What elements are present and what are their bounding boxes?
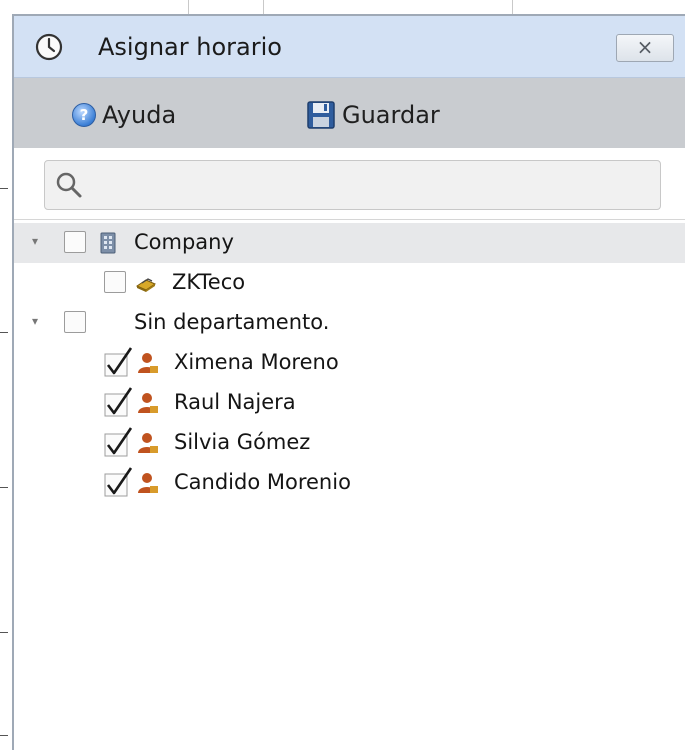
user-icon xyxy=(136,471,160,495)
tree-node-label: Sin departamento. xyxy=(134,310,330,334)
save-button[interactable]: Guardar xyxy=(306,98,440,132)
background-column-divider xyxy=(188,0,189,14)
background-tick xyxy=(0,487,8,488)
dialog-title: Asignar horario xyxy=(98,33,282,61)
search-input[interactable] xyxy=(89,169,653,203)
help-button-label: Ayuda xyxy=(102,101,177,129)
tree-node-label: Candido Morenio xyxy=(174,470,351,494)
background-column-divider xyxy=(512,0,513,14)
floppy-disk-icon xyxy=(306,100,336,130)
tree-node-company[interactable]: ▾ Company xyxy=(14,223,685,263)
tree-node-checkbox[interactable] xyxy=(64,311,86,333)
tree-node-label: ZKTeco xyxy=(172,270,246,294)
user-icon xyxy=(136,351,160,375)
background-tick xyxy=(0,735,8,736)
background-tick xyxy=(0,188,8,189)
user-icon xyxy=(136,391,160,415)
search-icon xyxy=(55,171,83,199)
tree-node-sin-departamento[interactable]: ▾ Sin departamento. xyxy=(14,303,685,343)
close-icon: × xyxy=(636,35,654,59)
department-tree: ▾ Company ZKTeco ▾ Sin departamento. Xim… xyxy=(14,221,685,752)
tree-node-label: Silvia Gómez xyxy=(174,430,311,454)
close-button[interactable]: × xyxy=(616,34,674,62)
dialog-titlebar[interactable]: Asignar horario × xyxy=(14,16,685,78)
tree-node-employee[interactable]: Raul Najera xyxy=(14,383,685,423)
checked-checkbox-icon[interactable] xyxy=(104,386,134,418)
checked-checkbox-icon[interactable] xyxy=(104,466,134,498)
tree-node-label: Ximena Moreno xyxy=(174,350,339,374)
clock-icon xyxy=(34,32,64,62)
tree-node-employee[interactable]: Candido Morenio xyxy=(14,463,685,503)
tree-node-employee[interactable]: Ximena Moreno xyxy=(14,343,685,383)
expand-arrow-icon[interactable]: ▾ xyxy=(28,314,42,328)
tree-node-label: Company xyxy=(134,230,234,254)
department-icon xyxy=(134,271,158,295)
background-column-divider xyxy=(263,0,264,14)
background-tick xyxy=(0,632,8,633)
background-tick xyxy=(0,332,8,333)
tree-node-label: Raul Najera xyxy=(174,390,296,414)
save-button-label: Guardar xyxy=(342,101,440,129)
tree-node-checkbox[interactable] xyxy=(104,271,126,293)
tree-node-checkbox[interactable] xyxy=(64,231,86,253)
search-box[interactable] xyxy=(44,160,661,210)
search-area xyxy=(14,148,685,220)
help-icon: ? xyxy=(72,103,96,127)
help-button[interactable]: ? Ayuda xyxy=(72,98,176,132)
user-icon xyxy=(136,431,160,455)
checked-checkbox-icon[interactable] xyxy=(104,346,134,378)
assign-schedule-dialog: Asignar horario × ? Ayuda Guardar ▾ Comp… xyxy=(12,14,685,750)
checked-checkbox-icon[interactable] xyxy=(104,426,134,458)
tree-node-employee[interactable]: Silvia Gómez xyxy=(14,423,685,463)
dialog-toolbar: ? Ayuda Guardar xyxy=(14,78,685,148)
tree-node-zkteco[interactable]: ZKTeco xyxy=(14,263,685,303)
expand-arrow-icon[interactable]: ▾ xyxy=(28,234,42,248)
building-icon xyxy=(96,231,120,255)
